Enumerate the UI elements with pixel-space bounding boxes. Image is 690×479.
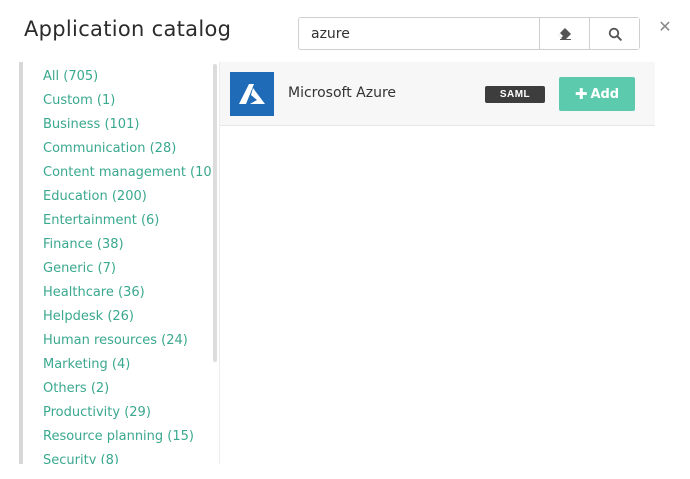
category-human-resources[interactable]: Human resources (24) [43, 329, 218, 353]
category-list: All (705) Custom (1) Business (101) Communi… [23, 62, 218, 464]
application-catalog-dialog: Application catalog ✕ All (705)Custom (1… [0, 0, 690, 479]
category-others[interactable]: Others (2) [43, 377, 218, 401]
category-productivity[interactable]: Productivity (29) [43, 401, 218, 425]
category-healthcare[interactable]: Healthcare (36) [43, 281, 218, 305]
category-education[interactable]: Education (200) [43, 185, 218, 209]
eraser-icon [557, 27, 571, 40]
close-button[interactable]: ✕ [657, 17, 673, 37]
add-app-button[interactable]: ✚ Add [559, 77, 635, 111]
search-bar [298, 17, 640, 50]
category-business[interactable]: Business (101) [43, 113, 218, 137]
azure-logo [230, 72, 274, 116]
category-resource-planning[interactable]: Resource planning (15) [43, 425, 218, 449]
search-input[interactable] [299, 18, 539, 49]
page-title: Application catalog [24, 17, 232, 41]
app-row-microsoft-azure: Microsoft Azure SAML ✚ Add [220, 62, 655, 126]
category-marketing[interactable]: Marketing (4) [43, 353, 218, 377]
category-entertainment[interactable]: Entertainment (6) [43, 209, 218, 233]
category-content-management[interactable]: Content management (10) [43, 161, 218, 185]
category-finance[interactable]: Finance (38) [43, 233, 218, 257]
category-communication[interactable]: Communication (28) [43, 137, 218, 161]
close-icon: ✕ [658, 17, 672, 36]
search-icon [608, 27, 622, 41]
category-helpdesk[interactable]: Helpdesk (26) [43, 305, 218, 329]
category-security[interactable]: Security (8) [43, 449, 218, 464]
app-name: Microsoft Azure [288, 85, 397, 101]
category-custom[interactable]: Custom (1) [43, 89, 218, 113]
clear-search-button[interactable] [539, 18, 589, 49]
saml-badge: SAML [485, 86, 545, 103]
category-sidebar: All (705) Custom (1) Business (101) Communi… [19, 62, 218, 464]
search-button[interactable] [589, 18, 639, 49]
category-all[interactable]: All (705) [43, 65, 218, 89]
category-generic[interactable]: Generic (7) [43, 257, 218, 281]
azure-logo-icon [239, 84, 265, 104]
add-button-label: Add [590, 86, 620, 102]
results-panel: Microsoft Azure SAML ✚ Add [219, 62, 655, 464]
plus-icon: ✚ [574, 84, 588, 103]
sidebar-scrollbar[interactable] [213, 64, 217, 362]
